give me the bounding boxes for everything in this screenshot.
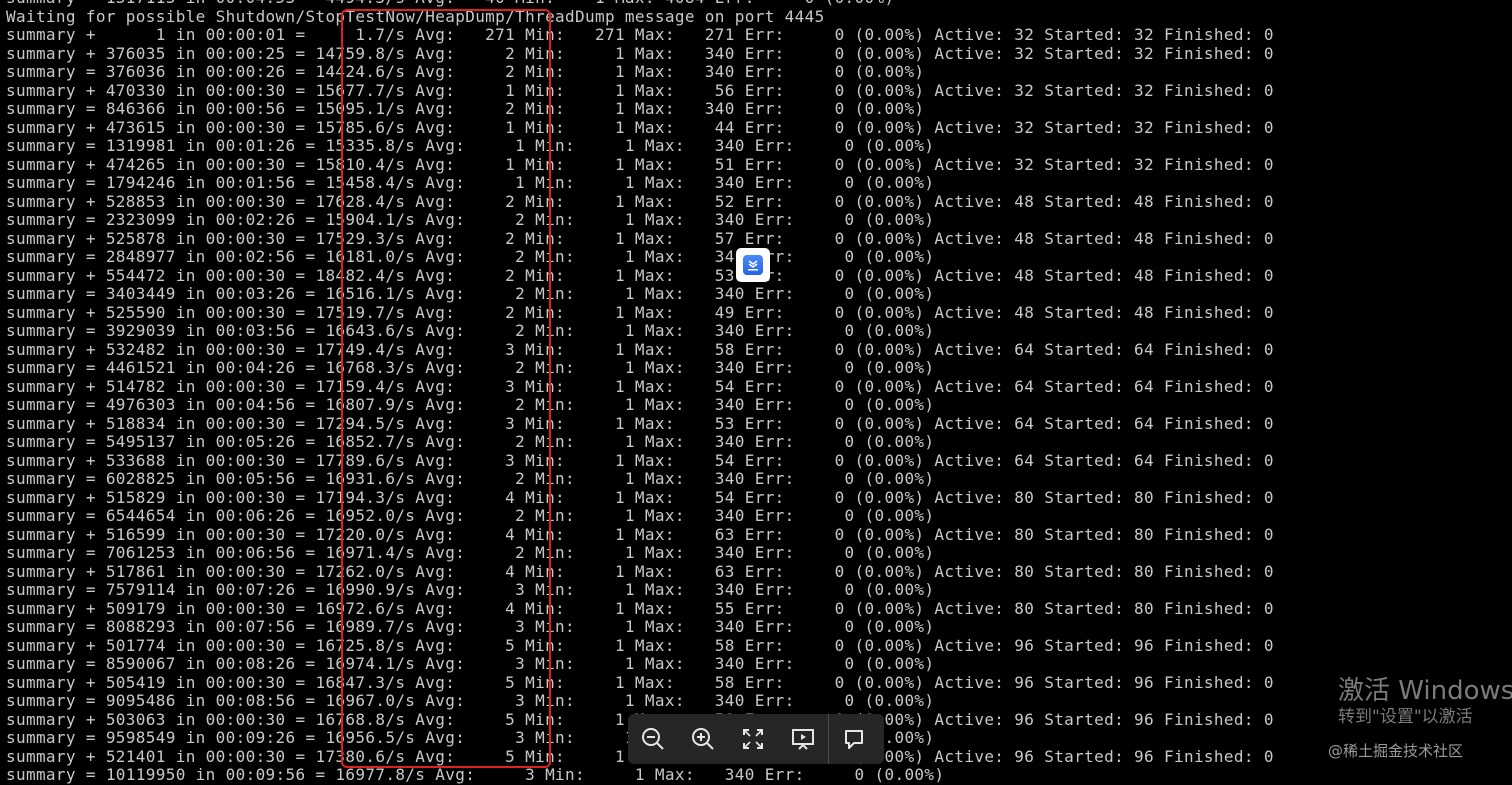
console-line: summary + 505419 in 00:00:30 = 16847.3/s… [6,672,1274,692]
console-line: summary = 7061253 in 00:06:56 = 16971.4/… [6,543,935,562]
console-line: summary + 473615 in 00:00:30 = 15785.6/s… [6,117,1274,137]
image-viewer-toolbar [628,714,884,764]
zoom-out-button[interactable] [628,714,678,764]
console-line: summary = 376036 in 00:00:26 = 14424.6/s… [6,62,925,81]
console-line: summary = 5495137 in 00:05:26 = 16852.7/… [6,432,935,451]
zoom-in-button[interactable] [678,714,728,764]
console-line: summary = 1319981 in 00:01:26 = 15335.8/… [6,136,935,155]
console-line: summary + 518834 in 00:00:30 = 17294.5/s… [6,413,1274,433]
console-line: summary + 376035 in 00:00:25 = 14759.8/s… [6,43,1274,63]
floating-app-button[interactable] [736,248,770,282]
console-line: summary = 8088293 in 00:07:56 = 16989.7/… [6,617,935,636]
console-line: summary = 6544654 in 00:06:26 = 16952.0/… [6,506,935,525]
watermark-line-1: 激活 Windows [1338,676,1512,706]
comment-icon [845,730,863,749]
watermark-line-2: 转到"设置"以激活 [1338,707,1473,727]
fullscreen-button[interactable] [728,714,778,764]
console-line: summary + 517861 in 00:00:30 = 17262.0/s… [6,561,1274,581]
console-line: summary + 509179 in 00:00:30 = 16972.6/s… [6,598,1274,618]
console-line: summary = 2323099 in 00:02:26 = 15904.1/… [6,210,935,229]
console-line: summary + 532482 in 00:00:30 = 17749.4/s… [6,339,1274,359]
terminal-window[interactable]: summary = 1317113 in 00:04:53 = 4494.3/s… [0,0,1512,785]
console-line: summary + 516599 in 00:00:30 = 17220.0/s… [6,524,1274,544]
console-line: summary = 3403449 in 00:03:26 = 16516.1/… [6,284,935,303]
console-line: summary + 470330 in 00:00:30 = 15677.7/s… [6,80,1274,100]
console-line: Waiting for possible Shutdown/StopTestNo… [6,6,825,26]
zoom-out-icon [642,728,664,750]
console-line: summary = 10119950 in 00:09:56 = 16977.8… [6,765,945,784]
slideshow-icon [792,729,814,750]
comment-button[interactable] [829,714,879,764]
console-line: summary + 533688 in 00:00:30 = 17789.6/s… [6,450,1274,470]
zoom-in-icon [692,728,714,750]
console-line: summary + 554472 in 00:00:30 = 18482.4/s… [6,265,1274,285]
console-output: summary = 1317113 in 00:04:53 = 4494.3/s… [6,0,1274,785]
console-line: summary + 1 in 00:00:01 = 1.7/s Avg: 271… [6,25,1274,44]
console-line: summary = 4461521 in 00:04:26 = 16768.3/… [6,358,935,377]
console-line: summary + 514782 in 00:00:30 = 17159.4/s… [6,376,1274,396]
site-watermark: @稀土掘金技术社区 [1328,742,1464,760]
console-line: summary + 525878 in 00:00:30 = 17529.3/s… [6,228,1274,248]
console-line: summary + 525590 in 00:00:30 = 17519.7/s… [6,302,1274,322]
console-line: summary = 846366 in 00:00:56 = 15095.1/s… [6,99,925,118]
console-line: summary = 3929039 in 00:03:56 = 16643.6/… [6,321,935,340]
console-line: summary = 2848977 in 00:02:56 = 16181.0/… [6,247,935,266]
console-line: summary = 1794246 in 00:01:56 = 15458.4/… [6,173,935,192]
console-line: summary + 515829 in 00:00:30 = 17194.3/s… [6,487,1274,507]
slideshow-button[interactable] [778,714,828,764]
console-line: summary = 8590067 in 00:08:26 = 16974.1/… [6,654,935,673]
console-line: summary + 474265 in 00:00:30 = 15810.4/s… [6,154,1274,174]
console-line: summary = 9095486 in 00:08:56 = 16967.0/… [6,691,935,710]
windows-activation-watermark: 激活 Windows 转到"设置"以激活 [1338,676,1512,728]
console-line: summary = 6028825 in 00:05:56 = 16931.6/… [6,469,935,488]
console-line: summary = 7579114 in 00:07:26 = 16990.9/… [6,580,935,599]
console-line: summary = 4976303 in 00:04:56 = 16807.9/… [6,395,935,414]
console-line: summary + 501774 in 00:00:30 = 16725.8/s… [6,635,1274,655]
console-line: summary + 528853 in 00:00:30 = 17628.4/s… [6,191,1274,211]
download-app-icon [743,255,763,275]
fullscreen-icon [743,729,763,749]
